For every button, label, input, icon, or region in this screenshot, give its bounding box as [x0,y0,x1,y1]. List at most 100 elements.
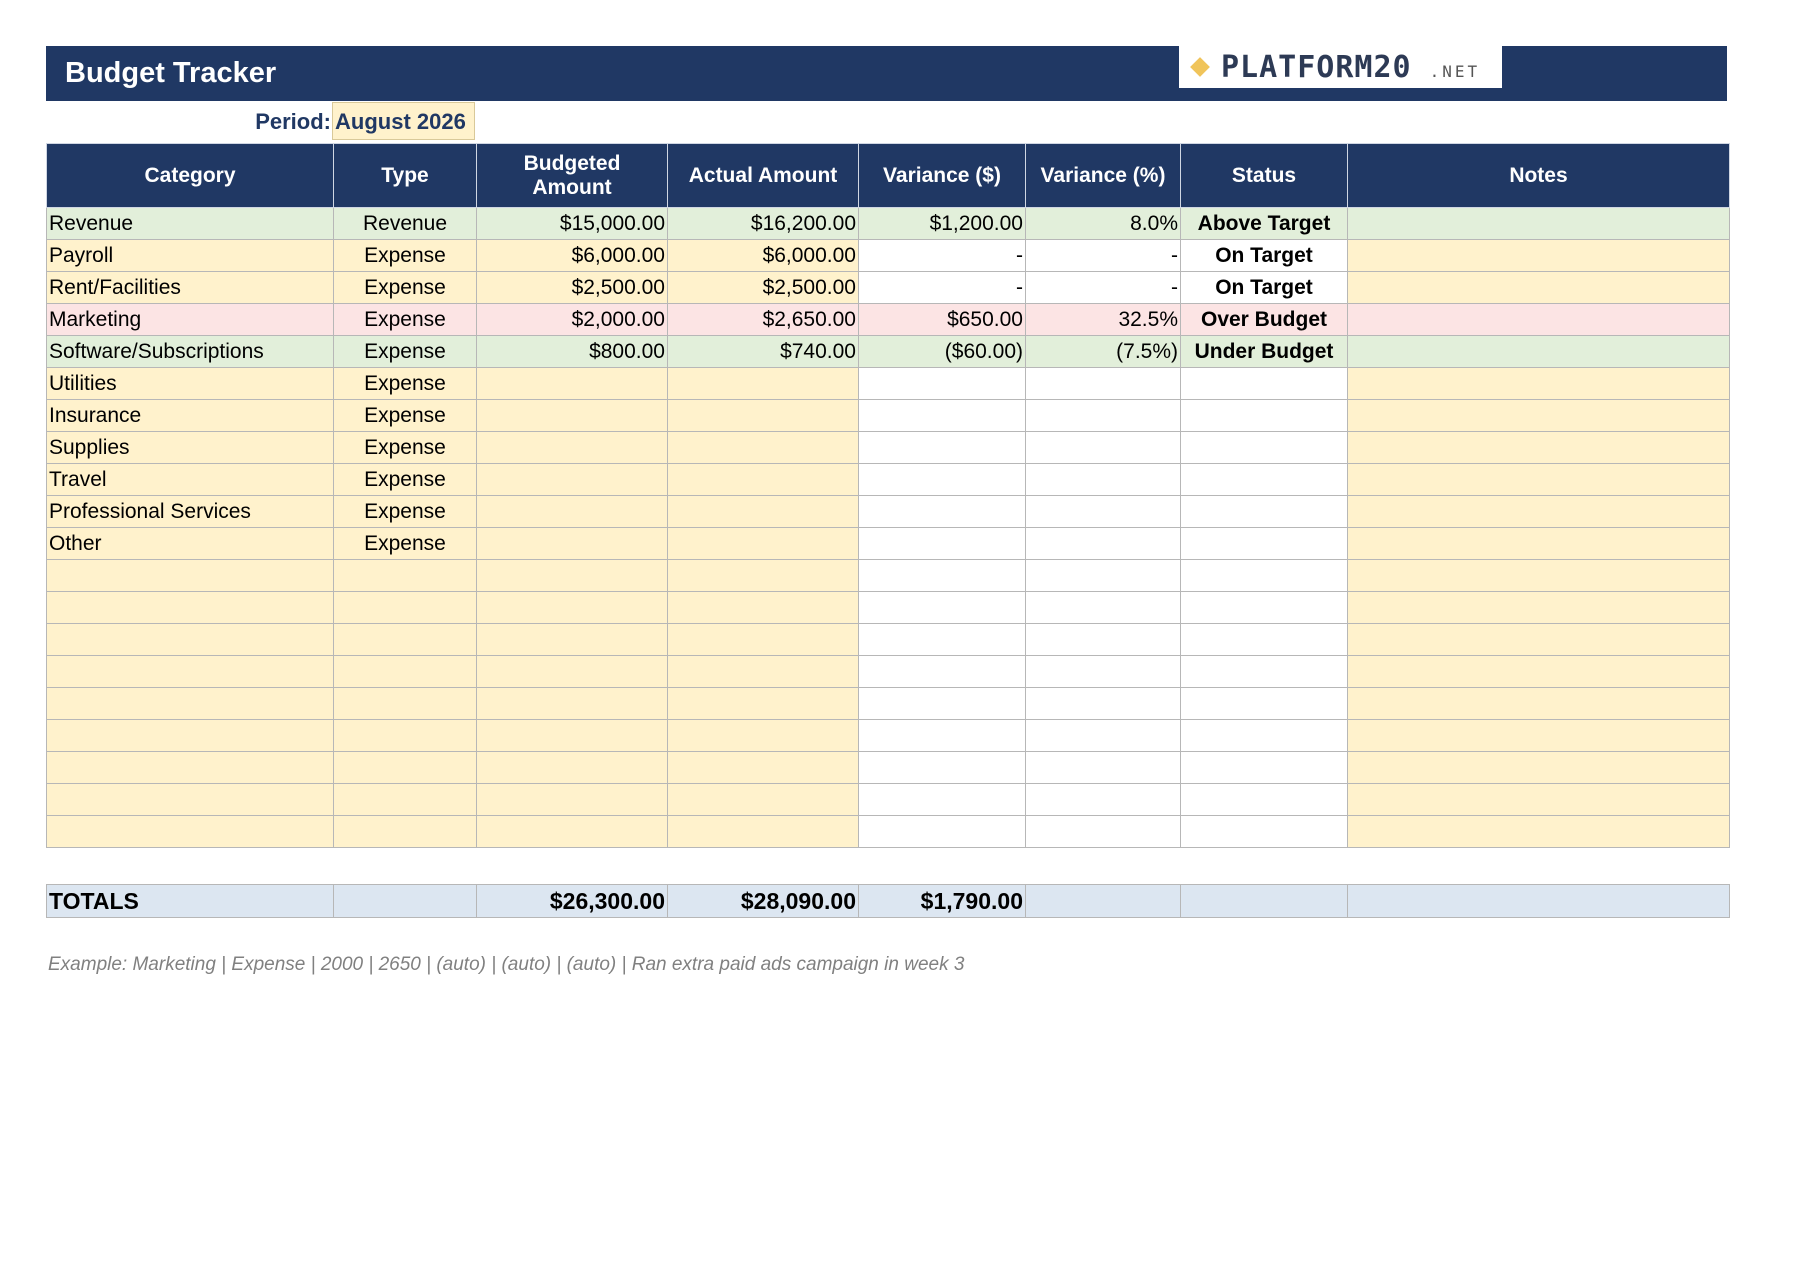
cell-category[interactable] [46,623,334,656]
cell-actual[interactable] [667,431,859,464]
cell-budgeted[interactable]: $2,500.00 [476,271,668,304]
cell-category[interactable]: Insurance [46,399,334,432]
cell-type[interactable]: Expense [333,495,477,528]
cell-notes[interactable] [1347,623,1730,656]
cell-type[interactable]: Expense [333,303,477,336]
cell-actual[interactable] [667,527,859,560]
cell-notes[interactable] [1347,367,1730,400]
cell-type[interactable]: Expense [333,463,477,496]
cell-category[interactable] [46,559,334,592]
cell-category[interactable] [46,687,334,720]
cell-type[interactable]: Expense [333,335,477,368]
cell-type[interactable] [333,591,477,624]
cell-type[interactable] [333,751,477,784]
cell-actual[interactable]: $6,000.00 [667,239,859,272]
cell-actual[interactable] [667,751,859,784]
cell-actual[interactable] [667,591,859,624]
cell-type[interactable]: Revenue [333,207,477,240]
cell-budgeted[interactable]: $6,000.00 [476,239,668,272]
cell-actual[interactable] [667,655,859,688]
cell-type[interactable]: Expense [333,367,477,400]
cell-notes[interactable] [1347,815,1730,848]
cell-type[interactable]: Expense [333,399,477,432]
cell-actual[interactable]: $2,650.00 [667,303,859,336]
cell-budgeted[interactable] [476,367,668,400]
cell-notes[interactable] [1347,495,1730,528]
cell-category[interactable]: Travel [46,463,334,496]
cell-budgeted[interactable] [476,591,668,624]
cell-budgeted[interactable]: $15,000.00 [476,207,668,240]
cell-type[interactable] [333,623,477,656]
cell-actual[interactable]: $2,500.00 [667,271,859,304]
cell-type[interactable] [333,783,477,816]
cell-type[interactable]: Expense [333,431,477,464]
cell-budgeted[interactable] [476,495,668,528]
cell-type[interactable]: Expense [333,527,477,560]
cell-category[interactable]: Professional Services [46,495,334,528]
cell-actual[interactable] [667,687,859,720]
cell-budgeted[interactable] [476,559,668,592]
cell-category[interactable]: Supplies [46,431,334,464]
cell-budgeted[interactable] [476,719,668,752]
cell-category[interactable] [46,655,334,688]
cell-actual[interactable] [667,495,859,528]
cell-notes[interactable] [1347,655,1730,688]
cell-category[interactable]: Revenue [46,207,334,240]
cell-budgeted[interactable] [476,815,668,848]
cell-budgeted[interactable] [476,783,668,816]
cell-category[interactable] [46,815,334,848]
cell-category[interactable]: Rent/Facilities [46,271,334,304]
cell-budgeted[interactable] [476,751,668,784]
cell-budgeted[interactable] [476,655,668,688]
cell-notes[interactable] [1347,719,1730,752]
cell-budgeted[interactable] [476,623,668,656]
cell-notes[interactable] [1347,591,1730,624]
cell-notes[interactable] [1347,271,1730,304]
cell-type[interactable] [333,687,477,720]
cell-budgeted[interactable]: $800.00 [476,335,668,368]
cell-actual[interactable] [667,783,859,816]
period-input[interactable]: August 2026 [332,102,475,140]
cell-category[interactable] [46,751,334,784]
cell-category[interactable]: Marketing [46,303,334,336]
cell-actual[interactable] [667,399,859,432]
cell-category[interactable] [46,783,334,816]
cell-notes[interactable] [1347,207,1730,240]
cell-actual[interactable]: $740.00 [667,335,859,368]
cell-actual[interactable] [667,623,859,656]
cell-type[interactable] [333,719,477,752]
cell-category[interactable]: Payroll [46,239,334,272]
cell-actual[interactable] [667,463,859,496]
cell-actual[interactable] [667,815,859,848]
cell-actual[interactable] [667,559,859,592]
cell-budgeted[interactable] [476,431,668,464]
cell-notes[interactable] [1347,399,1730,432]
cell-type[interactable]: Expense [333,239,477,272]
cell-type[interactable] [333,655,477,688]
cell-actual[interactable] [667,367,859,400]
cell-budgeted[interactable]: $2,000.00 [476,303,668,336]
cell-type[interactable] [333,559,477,592]
cell-budgeted[interactable] [476,399,668,432]
cell-category[interactable] [46,719,334,752]
cell-category[interactable]: Software/Subscriptions [46,335,334,368]
cell-notes[interactable] [1347,463,1730,496]
cell-budgeted[interactable] [476,463,668,496]
cell-notes[interactable] [1347,751,1730,784]
cell-notes[interactable] [1347,239,1730,272]
cell-notes[interactable] [1347,527,1730,560]
cell-notes[interactable] [1347,687,1730,720]
cell-actual[interactable]: $16,200.00 [667,207,859,240]
cell-category[interactable] [46,591,334,624]
cell-budgeted[interactable] [476,527,668,560]
cell-notes[interactable] [1347,431,1730,464]
cell-notes[interactable] [1347,783,1730,816]
cell-notes[interactable] [1347,335,1730,368]
cell-notes[interactable] [1347,303,1730,336]
cell-category[interactable]: Utilities [46,367,334,400]
cell-notes[interactable] [1347,559,1730,592]
cell-actual[interactable] [667,719,859,752]
cell-type[interactable]: Expense [333,271,477,304]
cell-category[interactable]: Other [46,527,334,560]
cell-budgeted[interactable] [476,687,668,720]
